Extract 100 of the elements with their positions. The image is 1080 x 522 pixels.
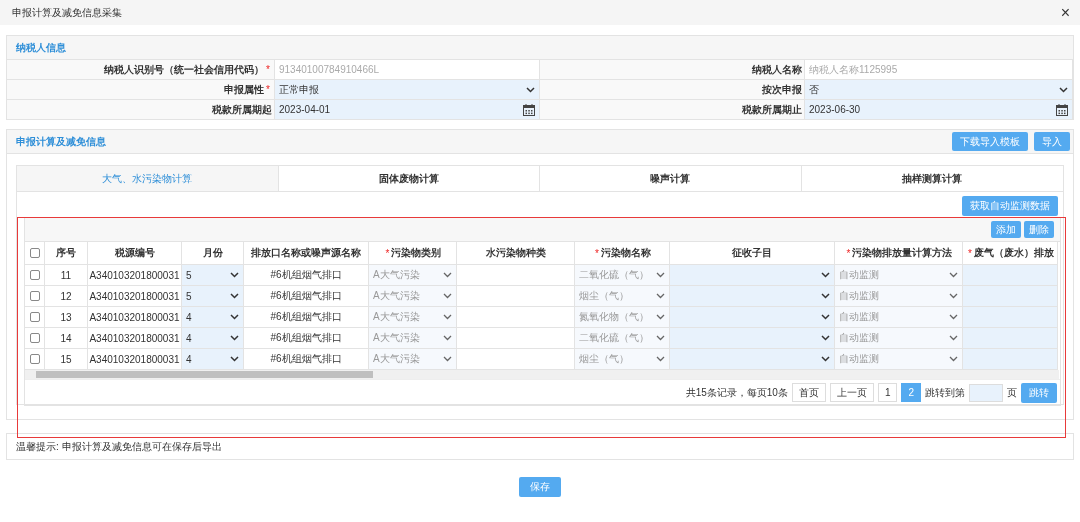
chevron-icon [230, 314, 239, 320]
sub-item-select[interactable] [670, 328, 835, 348]
pollutant-select[interactable]: 烟尘（气） [575, 349, 670, 369]
field-label: 纳税人识别号（统一社会信用代码） [104, 62, 265, 77]
chevron-icon [230, 272, 239, 278]
field-label: 税款所属期止 [742, 102, 802, 117]
required-mark: * [266, 64, 270, 75]
method-select[interactable]: 自动监测 [835, 307, 963, 327]
chevron-icon [1059, 86, 1068, 93]
month-select[interactable]: 4 [182, 307, 244, 327]
page-unit: 页 [1007, 385, 1017, 400]
field-label: 按次申报 [762, 82, 802, 97]
chevron-icon [656, 314, 665, 320]
emission-field[interactable] [963, 286, 1058, 306]
month-select[interactable]: 4 [182, 349, 244, 369]
calendar-icon [1056, 103, 1068, 116]
table-cell: 15 [45, 349, 88, 369]
column-header: 污染物类别 [391, 246, 442, 260]
first-page-button[interactable]: 首页 [791, 383, 826, 402]
sub-item-select[interactable] [670, 265, 835, 285]
tab[interactable]: 大气、水污染物计算 [17, 166, 279, 191]
header-button[interactable]: 导入 [1034, 132, 1070, 151]
column-header: 污染物排放量计算方法 [852, 246, 953, 260]
table-cell: 14 [45, 328, 88, 348]
column-header: 序号 [56, 246, 76, 260]
category-select[interactable]: A大气污染 [369, 307, 457, 327]
month-select[interactable]: 4 [182, 328, 244, 348]
date-field[interactable]: 2023-04-01 [275, 100, 540, 119]
required-mark: * [846, 247, 851, 259]
chevron-icon [230, 356, 239, 362]
page-input[interactable] [969, 383, 1003, 402]
emission-field[interactable] [963, 265, 1058, 285]
table-button[interactable]: 删除 [1024, 221, 1054, 238]
chevron-icon [949, 272, 958, 278]
record-summary: 共15条记录，每页10条 [685, 385, 788, 400]
previous-page-button[interactable]: 上一页 [829, 383, 874, 402]
chevron-icon [443, 314, 452, 320]
chevron-icon [821, 293, 830, 299]
row-checkbox[interactable] [29, 270, 40, 280]
chevron-icon [656, 293, 665, 299]
window-title: 申报计算及减免信息采集 [12, 5, 122, 20]
method-select[interactable]: 自动监测 [835, 349, 963, 369]
category-select[interactable]: A大气污染 [369, 265, 457, 285]
chevron-icon [443, 356, 452, 362]
jump-button[interactable]: 跳转 [1021, 382, 1057, 403]
emission-field[interactable] [963, 328, 1058, 348]
field-label: 税款所属期起 [212, 102, 272, 117]
pollutant-select[interactable]: 烟尘（气） [575, 286, 670, 306]
chevron-icon [443, 293, 452, 299]
chevron-icon [949, 335, 958, 341]
chevron-icon [656, 356, 665, 362]
row-checkbox[interactable] [29, 354, 40, 364]
chevron-icon [230, 293, 239, 299]
chevron-icon [949, 356, 958, 362]
fetch-data-button[interactable]: 获取自动监测数据 [962, 196, 1058, 216]
select-field[interactable]: 正常申报 [275, 80, 540, 99]
select-all-checkbox[interactable] [29, 248, 40, 258]
emission-field[interactable] [963, 349, 1058, 369]
chevron-icon [230, 335, 239, 341]
select-field[interactable]: 否 [805, 80, 1073, 99]
method-select[interactable]: 自动监测 [835, 265, 963, 285]
emission-field[interactable] [963, 307, 1058, 327]
page-button[interactable]: 1 [877, 383, 898, 402]
method-select[interactable]: 自动监测 [835, 328, 963, 348]
readonly-field: 纳税人名称1125995 [805, 60, 1073, 79]
row-checkbox[interactable] [29, 291, 40, 301]
field-label: 纳税人名称 [752, 62, 802, 77]
sub-item-select[interactable] [670, 349, 835, 369]
category-select[interactable]: A大气污染 [369, 328, 457, 348]
header-button[interactable]: 下载导入模板 [952, 132, 1028, 151]
pollutant-select[interactable]: 氮氧化物（气） [575, 307, 670, 327]
column-header: 污染物名称 [600, 246, 651, 260]
required-mark: * [968, 247, 972, 259]
sub-item-select[interactable] [670, 286, 835, 306]
column-header: 废气（废水）排放 [973, 246, 1054, 260]
method-select[interactable]: 自动监测 [835, 286, 963, 306]
section-title: 申报计算及减免信息 [16, 134, 106, 149]
notice-text: 温馨提示: 申报计算及减免信息可在保存后导出 [16, 439, 222, 454]
required-mark: * [385, 247, 390, 259]
row-checkbox[interactable] [29, 333, 40, 343]
table-cell: 13 [45, 307, 88, 327]
category-select[interactable]: A大气污染 [369, 286, 457, 306]
close-button[interactable]: × [1060, 4, 1070, 21]
sub-item-select[interactable] [670, 307, 835, 327]
page-button[interactable]: 2 [901, 383, 921, 402]
horizontal-scrollbar[interactable] [25, 370, 1059, 379]
chevron-icon [656, 335, 665, 341]
chevron-icon [443, 335, 452, 341]
save-button[interactable]: 保存 [519, 477, 561, 497]
row-checkbox[interactable] [29, 312, 40, 322]
required-mark: * [266, 84, 270, 95]
section-title: 纳税人信息 [16, 40, 66, 55]
calendar-icon [523, 103, 535, 116]
table-button[interactable]: 添加 [991, 221, 1021, 238]
month-select[interactable]: 5 [182, 286, 244, 306]
date-field[interactable]: 2023-06-30 [805, 100, 1073, 119]
required-mark: * [595, 247, 599, 259]
chevron-icon [949, 314, 958, 320]
category-select[interactable]: A大气污染 [369, 349, 457, 369]
month-select[interactable]: 5 [182, 265, 244, 285]
